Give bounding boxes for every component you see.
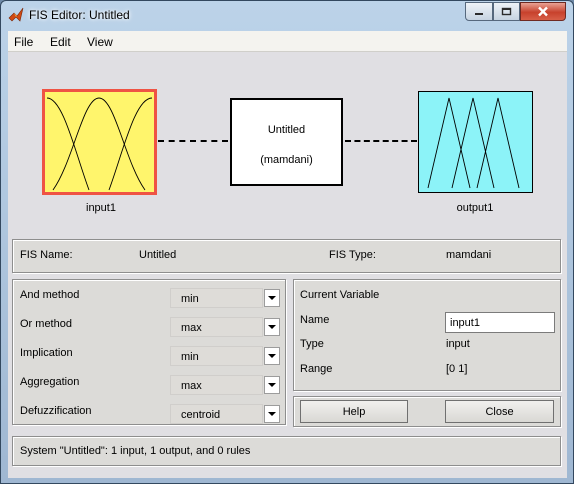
maximize-icon — [501, 7, 512, 16]
and-method-select[interactable]: min — [170, 288, 280, 308]
close-icon — [538, 6, 548, 17]
fis-system-block[interactable]: Untitled (mamdani) — [230, 98, 343, 186]
help-button[interactable]: Help — [300, 400, 408, 423]
fis-editor-window: FIS Editor: Untitled File Edit View inpu… — [0, 0, 574, 484]
current-variable-header: Current Variable — [300, 289, 380, 301]
or-method-select[interactable]: max — [170, 317, 280, 337]
variable-type-value: input — [446, 338, 470, 350]
variable-name-field[interactable]: input1 — [445, 312, 555, 333]
and-method-value: min — [170, 288, 263, 308]
aggregation-select[interactable]: max — [170, 375, 280, 395]
aggregation-label: Aggregation — [20, 376, 80, 388]
implication-label: Implication — [20, 347, 73, 359]
implication-select[interactable]: min — [170, 346, 280, 366]
variable-range-label: Range — [300, 363, 333, 375]
fis-name-label: FIS Name: — [20, 249, 73, 261]
input-variable-block[interactable] — [42, 89, 157, 195]
aggregation-value: max — [170, 375, 263, 395]
status-panel: System "Untitled": 1 input, 1 output, an… — [12, 436, 561, 466]
window-title: FIS Editor: Untitled — [29, 8, 130, 22]
buttons-panel: Help Close — [293, 396, 561, 427]
defuzzification-value: centroid — [170, 404, 263, 424]
output-connector — [345, 140, 417, 142]
system-name: Untitled — [267, 124, 306, 136]
output-membership-triangles — [427, 97, 520, 189]
chevron-down-icon[interactable] — [264, 347, 280, 365]
input-connector — [158, 140, 228, 142]
chevron-down-icon[interactable] — [264, 318, 280, 336]
output-label: output1 — [456, 202, 494, 214]
fis-name-value: Untitled — [139, 249, 177, 261]
chevron-down-icon[interactable] — [264, 289, 280, 307]
minimize-icon — [475, 12, 483, 15]
menu-view[interactable]: View — [87, 35, 113, 49]
matlab-logo-icon — [8, 7, 24, 22]
variable-range-value: [0 1] — [446, 363, 468, 375]
client-area: File Edit View input1 Untitled (mamdani) — [8, 31, 567, 478]
defuzzification-select[interactable]: centroid — [170, 404, 280, 424]
close-window-button[interactable] — [520, 2, 566, 21]
output-variable-block[interactable] — [418, 91, 533, 193]
current-variable-panel: Current Variable Name input1 Type input … — [293, 279, 561, 391]
status-text: System "Untitled": 1 input, 1 output, an… — [20, 445, 251, 457]
menu-file[interactable]: File — [14, 35, 33, 49]
system-type: (mamdani) — [260, 154, 313, 166]
variable-type-label: Type — [300, 338, 324, 350]
maximize-button[interactable] — [493, 2, 520, 21]
title-bar[interactable]: FIS Editor: Untitled — [1, 1, 573, 30]
input-membership-curves — [46, 97, 153, 191]
fis-info-panel: FIS Name: Untitled FIS Type: mamdani — [12, 239, 561, 273]
defuzzification-label: Defuzzification — [20, 405, 92, 417]
or-method-label: Or method — [20, 318, 72, 330]
methods-panel: And method min Or method max Implication… — [12, 279, 286, 425]
variable-name-label: Name — [300, 314, 330, 326]
menu-edit[interactable]: Edit — [50, 35, 71, 49]
menu-bar: File Edit View — [8, 31, 567, 52]
close-button[interactable]: Close — [445, 400, 554, 423]
minimize-button[interactable] — [465, 2, 493, 21]
and-method-label: And method — [20, 289, 80, 301]
input-label: input1 — [86, 202, 116, 214]
or-method-value: max — [170, 317, 263, 337]
fis-diagram: input1 Untitled (mamdani) output1 — [8, 53, 567, 231]
chevron-down-icon[interactable] — [264, 376, 280, 394]
fis-type-value: mamdani — [446, 249, 492, 261]
implication-value: min — [170, 346, 263, 366]
chevron-down-icon[interactable] — [264, 405, 280, 423]
fis-type-label: FIS Type: — [329, 249, 376, 261]
